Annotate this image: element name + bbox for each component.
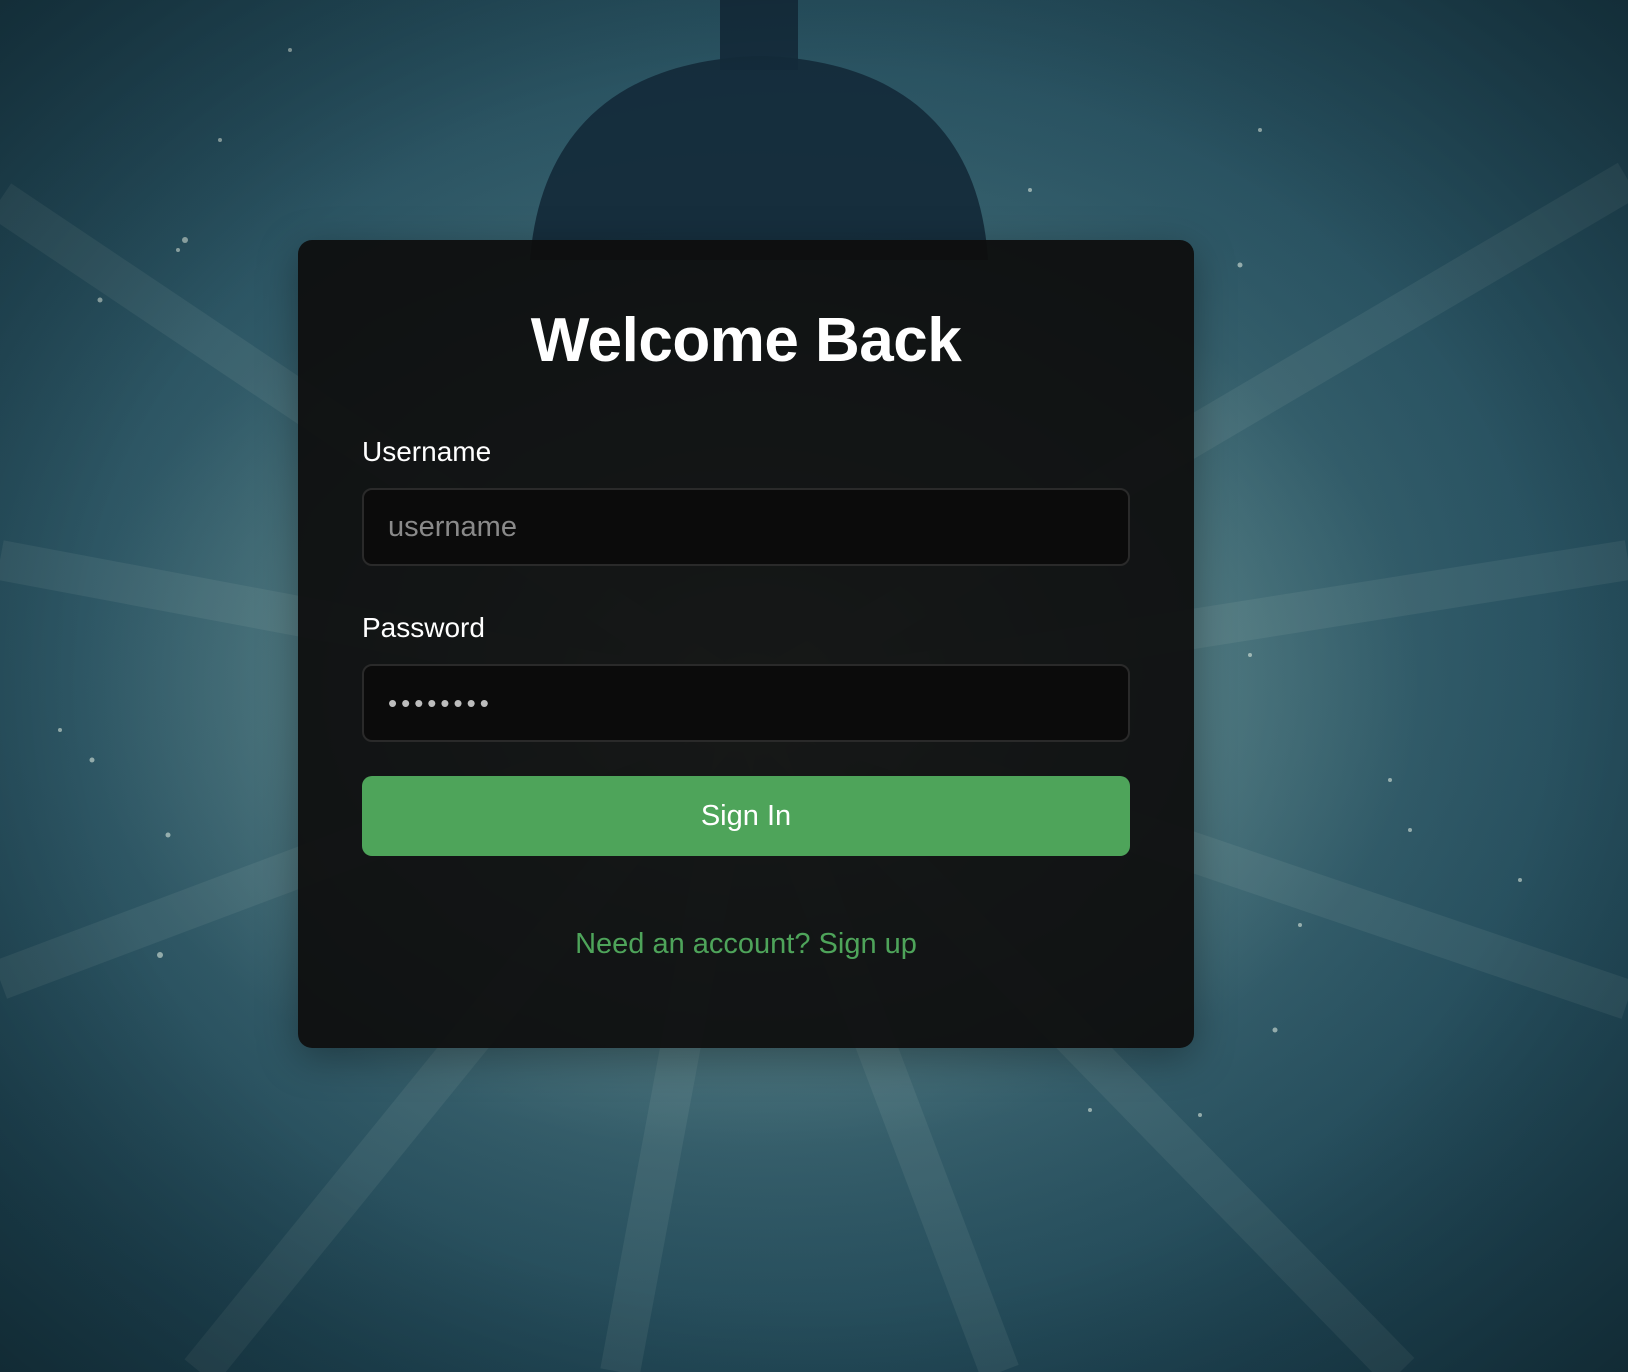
- username-input[interactable]: [362, 488, 1130, 566]
- signup-link[interactable]: Need an account? Sign up: [298, 930, 1194, 959]
- page-title: Welcome Back: [530, 306, 962, 375]
- username-label: Username: [362, 436, 492, 467]
- password-input[interactable]: [362, 664, 1130, 742]
- password-label: Password: [362, 612, 485, 643]
- login-card: Welcome Back Username Password Sign In N…: [298, 240, 1194, 1048]
- sign-in-button[interactable]: Sign In: [362, 776, 1130, 856]
